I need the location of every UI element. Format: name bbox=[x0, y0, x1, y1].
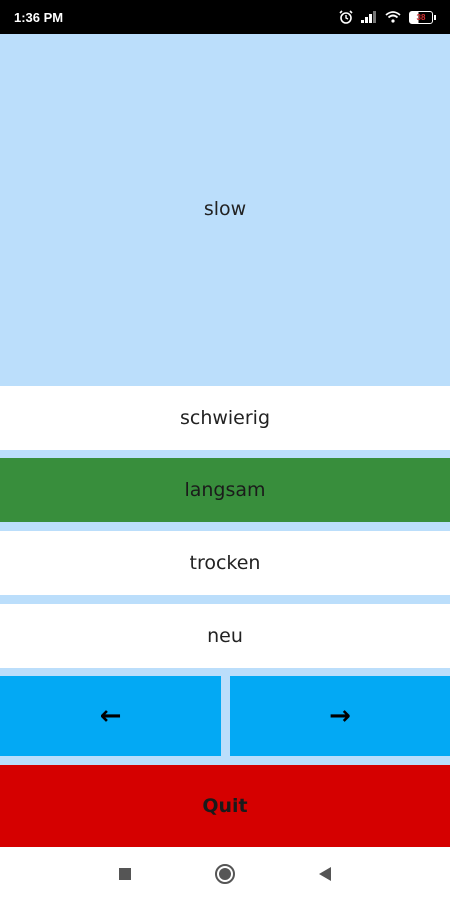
battery-icon: 38 bbox=[409, 10, 436, 24]
prompt-card: slow bbox=[0, 34, 450, 383]
arrow-right-icon: → bbox=[329, 701, 351, 731]
arrow-left-icon: ← bbox=[99, 701, 122, 731]
signal-icon bbox=[361, 11, 377, 23]
wifi-icon bbox=[385, 11, 401, 23]
alarm-icon bbox=[339, 10, 353, 24]
status-time: 1:36 PM bbox=[14, 9, 64, 25]
system-navigation-bar bbox=[0, 847, 450, 900]
next-button[interactable]: → bbox=[230, 676, 450, 756]
previous-button[interactable]: ← bbox=[0, 676, 221, 756]
home-circle-icon[interactable] bbox=[210, 859, 240, 889]
battery-level: 38 bbox=[416, 12, 426, 22]
status-bar: 1:36 PM 38 bbox=[0, 0, 450, 34]
answer-option-2[interactable]: langsam bbox=[0, 458, 450, 522]
quit-label: Quit bbox=[202, 795, 248, 817]
answer-option-label: neu bbox=[207, 625, 243, 647]
status-icons: 38 bbox=[339, 10, 436, 24]
answer-option-1[interactable]: schwierig bbox=[0, 386, 450, 450]
answer-option-label: schwierig bbox=[179, 407, 271, 429]
answer-option-label: langsam bbox=[184, 479, 266, 501]
recents-square-icon[interactable] bbox=[110, 859, 140, 889]
back-triangle-icon[interactable] bbox=[310, 859, 340, 889]
answer-option-label: trocken bbox=[189, 552, 261, 574]
answer-option-4[interactable]: neu bbox=[0, 604, 450, 668]
prompt-word: slow bbox=[203, 197, 247, 220]
quit-button[interactable]: Quit bbox=[0, 765, 450, 847]
answer-option-3[interactable]: trocken bbox=[0, 531, 450, 595]
